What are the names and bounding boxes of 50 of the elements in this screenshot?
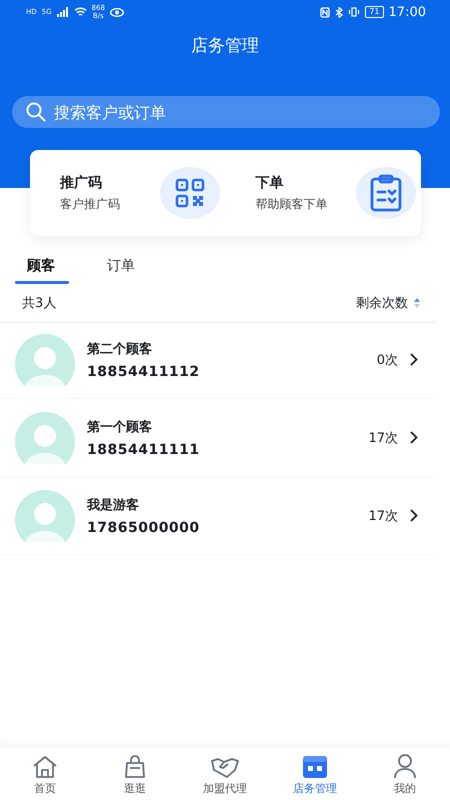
shopping-bag-icon	[123, 755, 147, 779]
bluetooth-icon	[335, 6, 344, 18]
page-title: 店务管理	[190, 35, 260, 58]
customer-phone: 18854411111	[87, 442, 201, 458]
status-time: 17:00	[388, 4, 426, 20]
customer-row[interactable]: 第二个顾客 18854411112 0次	[0, 321, 434, 399]
shortcut-button[interactable]	[356, 167, 416, 219]
eye-icon	[110, 8, 124, 16]
chevron-right-icon	[410, 509, 418, 522]
shortcut-subtitle: 客户推广码	[60, 196, 121, 212]
shortcut-title[interactable]: 下单	[256, 174, 346, 192]
qr-code-icon	[175, 178, 205, 208]
nfc-icon	[320, 6, 330, 18]
customer-name: 我是游客	[87, 496, 140, 514]
nav-tab[interactable]: 我的	[360, 748, 450, 800]
customer-row[interactable]: 第一个顾客 18854411111 17次	[0, 399, 434, 477]
handshake-icon	[211, 757, 239, 779]
customer-phone: 17865000000	[87, 520, 201, 536]
remaining-count: 0次	[376, 352, 398, 368]
battery-level: 71	[365, 6, 384, 18]
shortcut-title[interactable]: 推广码	[60, 174, 150, 192]
customer-count: 共3人	[22, 295, 56, 312]
nav-tab[interactable]: 店务管理	[270, 748, 360, 800]
chevron-right-icon	[410, 431, 418, 444]
customer-phone: 18854411112	[87, 364, 201, 380]
clipboard-icon	[368, 174, 402, 212]
customer-name: 第二个顾客	[87, 340, 153, 358]
avatar-icon	[15, 334, 75, 386]
nav-tab[interactable]: 加盟代理	[180, 748, 270, 800]
signal-icon	[56, 7, 69, 17]
chevron-right-icon	[410, 353, 418, 366]
tab[interactable]: 顾客	[15, 248, 95, 284]
sort-label[interactable]: 剩余次数	[356, 294, 408, 312]
customer-name: 第一个顾客	[87, 418, 153, 436]
remaining-count: 17次	[368, 508, 398, 524]
nav-tab[interactable]: 首页	[0, 748, 90, 800]
avatar-icon	[15, 490, 75, 542]
wifi-icon	[74, 7, 87, 17]
avatar-icon	[15, 412, 75, 464]
remaining-count: 17次	[368, 430, 398, 446]
shortcut-subtitle: 帮助顾客下单	[256, 196, 328, 212]
person-icon	[393, 753, 417, 779]
customer-row[interactable]: 我是游客 17865000000 17次	[0, 477, 434, 555]
vibrate-icon	[348, 7, 360, 17]
nav-tab[interactable]: 逛逛	[90, 748, 180, 800]
sort-icon[interactable]	[414, 298, 420, 308]
search-icon	[26, 102, 46, 122]
tab[interactable]: 订单	[95, 248, 175, 284]
store-icon	[302, 755, 328, 779]
home-icon	[32, 755, 58, 779]
